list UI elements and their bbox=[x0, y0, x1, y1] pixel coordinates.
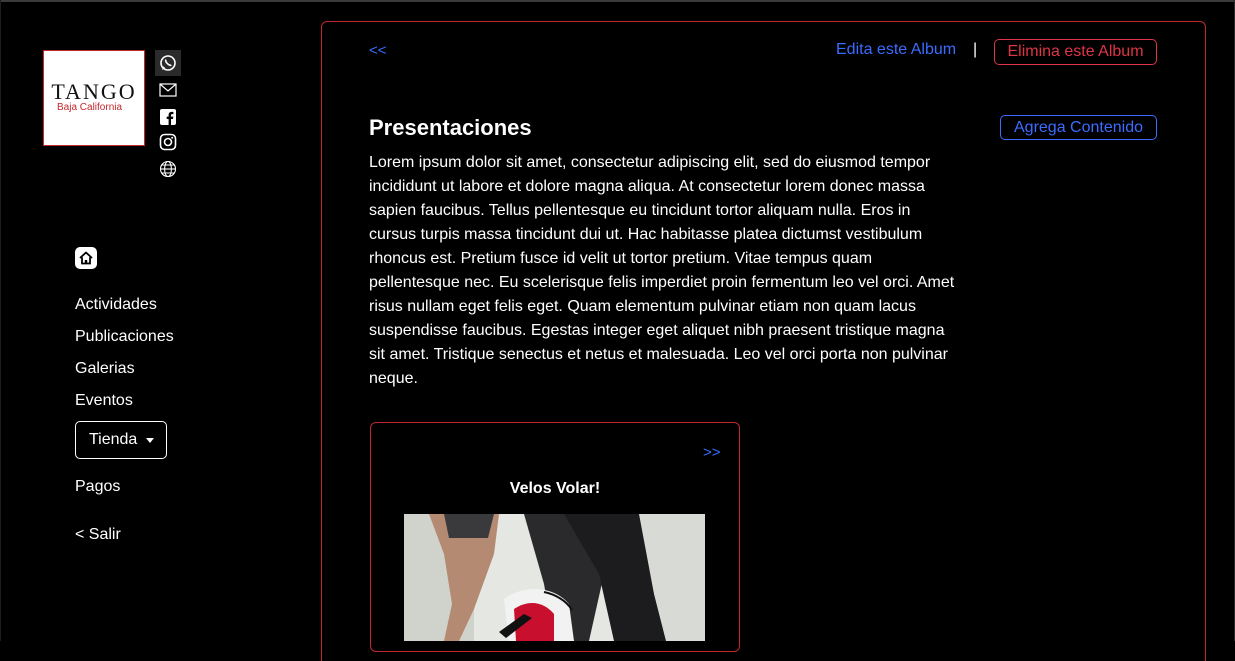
tienda-label: Tienda bbox=[89, 431, 138, 448]
add-content-button[interactable]: Agrega Contenido bbox=[1000, 115, 1157, 140]
globe-icon[interactable] bbox=[155, 157, 181, 181]
facebook-icon[interactable] bbox=[155, 105, 181, 129]
nav-galerias[interactable]: Galerias bbox=[75, 360, 135, 378]
next-link[interactable]: >> bbox=[703, 444, 721, 461]
back-link[interactable]: << bbox=[369, 42, 387, 59]
mail-icon[interactable] bbox=[155, 78, 181, 102]
instagram-icon[interactable] bbox=[155, 130, 181, 154]
tango-dancers-photo bbox=[404, 514, 705, 641]
edit-album-link[interactable]: Edita este Album bbox=[836, 41, 956, 59]
whatsapp-icon[interactable] bbox=[155, 50, 181, 76]
caret-down-icon bbox=[146, 437, 155, 443]
home-icon[interactable] bbox=[75, 247, 97, 269]
nav-publicaciones[interactable]: Publicaciones bbox=[75, 328, 174, 346]
brand-logo[interactable]: TANGO Baja California bbox=[43, 50, 145, 146]
album-description: Lorem ipsum dolor sit amet, consectetur … bbox=[369, 154, 955, 387]
logout-link[interactable]: < Salir bbox=[75, 526, 121, 544]
card-photo[interactable] bbox=[404, 514, 705, 641]
nav-pagos[interactable]: Pagos bbox=[75, 478, 120, 496]
album-title: Presentaciones bbox=[369, 115, 532, 140]
window-top-border bbox=[0, 0, 1235, 2]
window-left-edge bbox=[0, 0, 1, 641]
card-title: Velos Volar! bbox=[509, 480, 601, 497]
nav-actividades[interactable]: Actividades bbox=[75, 296, 157, 314]
nav-eventos[interactable]: Eventos bbox=[75, 392, 133, 410]
delete-album-button[interactable]: Elimina este Album bbox=[994, 39, 1157, 65]
tienda-dropdown[interactable]: Tienda bbox=[75, 421, 167, 459]
logo-subtext: Baja California bbox=[57, 102, 123, 113]
link-separator: | bbox=[973, 41, 978, 58]
